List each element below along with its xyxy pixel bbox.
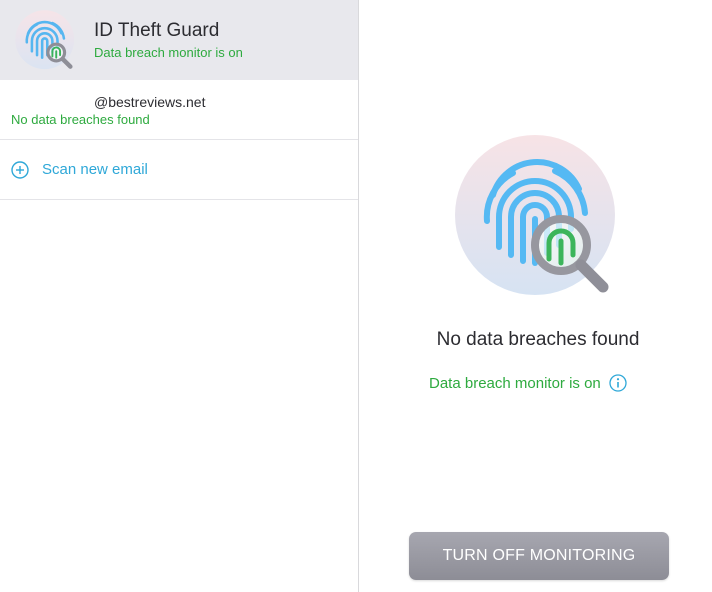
result-title: No data breaches found — [436, 329, 640, 350]
list-item-email[interactable]: @bestreviews.net No data breaches found — [0, 80, 358, 140]
feature-header[interactable]: ID Theft Guard Data breach monitor is on — [0, 0, 358, 80]
feature-status: Data breach monitor is on — [94, 45, 243, 60]
monitor-status-line: Data breach monitor is on — [429, 372, 627, 394]
sidebar: ID Theft Guard Data breach monitor is on… — [0, 0, 359, 592]
turn-off-monitoring-button[interactable]: TURN OFF MONITORING — [409, 532, 669, 580]
fingerprint-magnifier-icon — [455, 135, 615, 295]
fingerprint-magnifier-icon — [15, 10, 75, 70]
plus-circle-icon — [11, 161, 29, 179]
scan-new-email-label: Scan new email — [42, 161, 148, 178]
info-icon[interactable] — [609, 374, 627, 392]
email-address: @bestreviews.net — [94, 94, 206, 110]
app-window: ID Theft Guard Data breach monitor is on… — [0, 0, 712, 592]
feature-title: ID Theft Guard — [94, 20, 220, 41]
monitor-status: Data breach monitor is on — [429, 374, 601, 392]
scan-new-email-button[interactable]: Scan new email — [0, 140, 358, 200]
email-breach-status: No data breaches found — [11, 112, 150, 127]
main-panel: No data breaches found Data breach monit… — [359, 0, 712, 592]
